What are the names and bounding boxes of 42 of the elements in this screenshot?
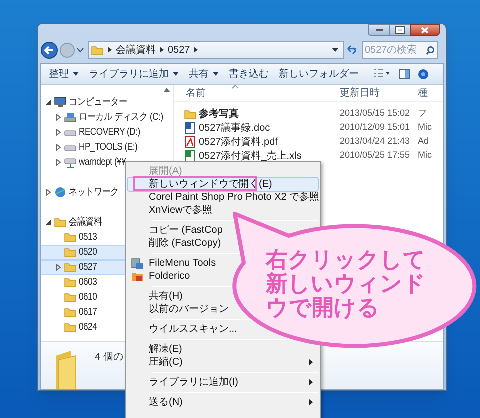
menu-item[interactable]: 圧縮(C) (128, 356, 318, 369)
type-cell-text: Mic (418, 121, 432, 134)
menu-item[interactable]: XnViewで参照 (128, 204, 215, 217)
date-cell-text: 2013/04/24 21:43 (340, 135, 412, 148)
column-header[interactable]: 更新日時 (340, 86, 418, 100)
toolbar-button[interactable]: 書き込む (229, 66, 269, 82)
menu-item[interactable]: Corel Paint Shop Pro Photo X2 で参照 (128, 191, 320, 204)
menu-item[interactable]: 送る(N) (128, 396, 318, 409)
callout-text: 右クリックして (266, 248, 426, 272)
address-bar[interactable]: 会議資料 0527 (88, 41, 344, 59)
menu-item[interactable]: 共有(H) (128, 290, 185, 303)
nav-item[interactable]: HP_TOOLS (E:) (41, 140, 173, 155)
callout-text: 新しいウィンド (266, 272, 426, 296)
menu-item[interactable]: ウイルススキャン... (128, 323, 240, 336)
file-name[interactable]: 0527添付資料_売上.xls (199, 148, 302, 164)
file-name[interactable]: 0527添付資料.pdf (199, 134, 278, 150)
date-cell-text: 2010/05/25 17:55 (340, 149, 412, 162)
breadcrumb-item[interactable]: 会議資料 (116, 42, 156, 58)
type-cell-text: Ad (418, 135, 430, 148)
status-text: 4 個の (95, 351, 124, 365)
date-cell-text: 2013/05/15 15:02 (340, 107, 412, 120)
nav-item[interactable]: ローカル ディスク (C:) (41, 110, 173, 125)
toolbar-button[interactable]: 新しいフォルダー (279, 66, 359, 82)
search-field[interactable]: 0527の検索 (362, 41, 438, 59)
column-header[interactable]: 種 (418, 86, 428, 100)
toolbar-button[interactable]: 共有 (189, 66, 219, 82)
menu-item[interactable]: コピー (FastCop (128, 224, 225, 237)
type-cell-text: フ (418, 107, 427, 120)
type-cell-text: Mic (418, 149, 432, 162)
nav-item[interactable]: RECOVERY (D:) (41, 125, 173, 140)
menu-item[interactable]: 解凍(E) (128, 343, 184, 356)
nav-item[interactable]: コンピューター (41, 95, 173, 110)
menu-item[interactable]: 以前のバージョン (128, 303, 231, 316)
file-name[interactable]: 参考写真 (199, 106, 239, 122)
column-header[interactable]: 名前 (174, 86, 340, 100)
toolbar-button[interactable]: 整理 (49, 66, 79, 82)
callout-text: ウで開ける (266, 296, 381, 320)
toolbar-button[interactable]: ライブラリに追加 (89, 66, 179, 82)
breadcrumb-item[interactable]: 0527 (168, 42, 190, 58)
date-cell-text: 2010/12/09 15:01 (340, 121, 412, 134)
file-name[interactable]: 0527議事録.doc (199, 120, 270, 136)
menu-item[interactable]: ライブラリに追加(I) (128, 376, 318, 389)
